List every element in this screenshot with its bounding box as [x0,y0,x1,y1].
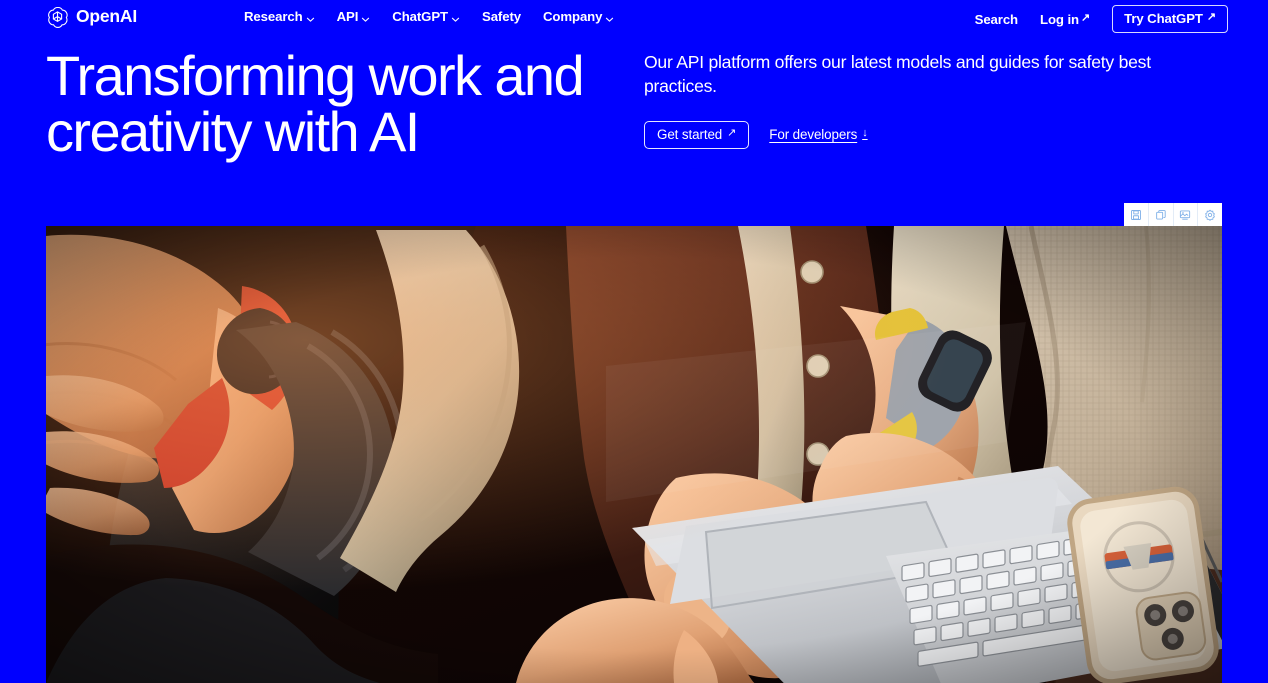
nav-item-label: Research [244,9,303,24]
for-developers-link[interactable]: For developers ↓ [769,127,867,142]
login-label: Log in [1040,11,1079,27]
get-started-button[interactable]: Get started ↗ [644,120,750,149]
nav-item-label: Safety [482,9,521,24]
arrow-down-icon: ↓ [862,127,868,139]
nav-item-company[interactable]: Company [543,9,614,24]
hero-subheadline: Our API platform offers our latest model… [644,52,1151,96]
arrow-up-right-icon: ↗ [727,126,737,139]
hero-section: Transforming work and creativity with AI… [0,34,1268,219]
try-chatgpt-label: Try ChatGPT [1124,11,1203,26]
settings-icon[interactable] [1198,203,1222,226]
nav-item-safety[interactable]: Safety [482,9,521,24]
hero-copy-block: Our API platform offers our latest model… [644,51,1224,149]
login-link[interactable]: Log in ↗ [1040,12,1090,27]
openai-homepage: OpenAI Research API ChatGPT Safety Compa… [0,0,1268,683]
brand-name: OpenAI [76,6,138,26]
copy-icon[interactable] [1148,203,1174,226]
nav-item-label: Company [542,9,603,24]
search-label: Search [974,11,1019,27]
hero-cta-row: Get started ↗ For developers ↓ [644,120,1224,149]
nav-item-label: ChatGPT [392,9,448,24]
chevron-down-icon [451,12,460,22]
image-icon[interactable] [1173,203,1199,226]
get-started-label: Get started [657,126,723,142]
nav-item-api[interactable]: API [337,9,371,24]
nav-item-label: API [336,9,359,24]
hero-photo: Two people sitting side by side on a cou… [46,226,1222,683]
search-button[interactable]: Search [975,12,1018,27]
openai-logo-icon [46,5,69,28]
for-developers-label: For developers [769,127,858,142]
chevron-down-icon [361,12,370,22]
chevron-down-icon [306,12,315,22]
hero-photo-illustration [46,226,1222,683]
secondary-nav-items: Search Log in ↗ Try ChatGPT ↗ [975,5,1228,33]
arrow-up-right-icon: ↗ [1080,11,1091,24]
primary-nav-items: Research API ChatGPT Safety Company [244,9,614,24]
save-icon[interactable] [1124,203,1149,226]
page-title: Transforming work and creativity with AI [46,44,585,163]
chevron-down-icon [605,12,614,22]
image-toolbar [1124,203,1222,226]
try-chatgpt-button[interactable]: Try ChatGPT ↗ [1112,5,1228,33]
nav-item-chatgpt[interactable]: ChatGPT [392,9,460,24]
arrow-up-right-icon: ↗ [1206,11,1216,23]
site-navigation: OpenAI Research API ChatGPT Safety Compa… [0,0,1268,34]
brand-home-link[interactable]: OpenAI [46,5,137,28]
nav-item-research[interactable]: Research [244,9,315,24]
